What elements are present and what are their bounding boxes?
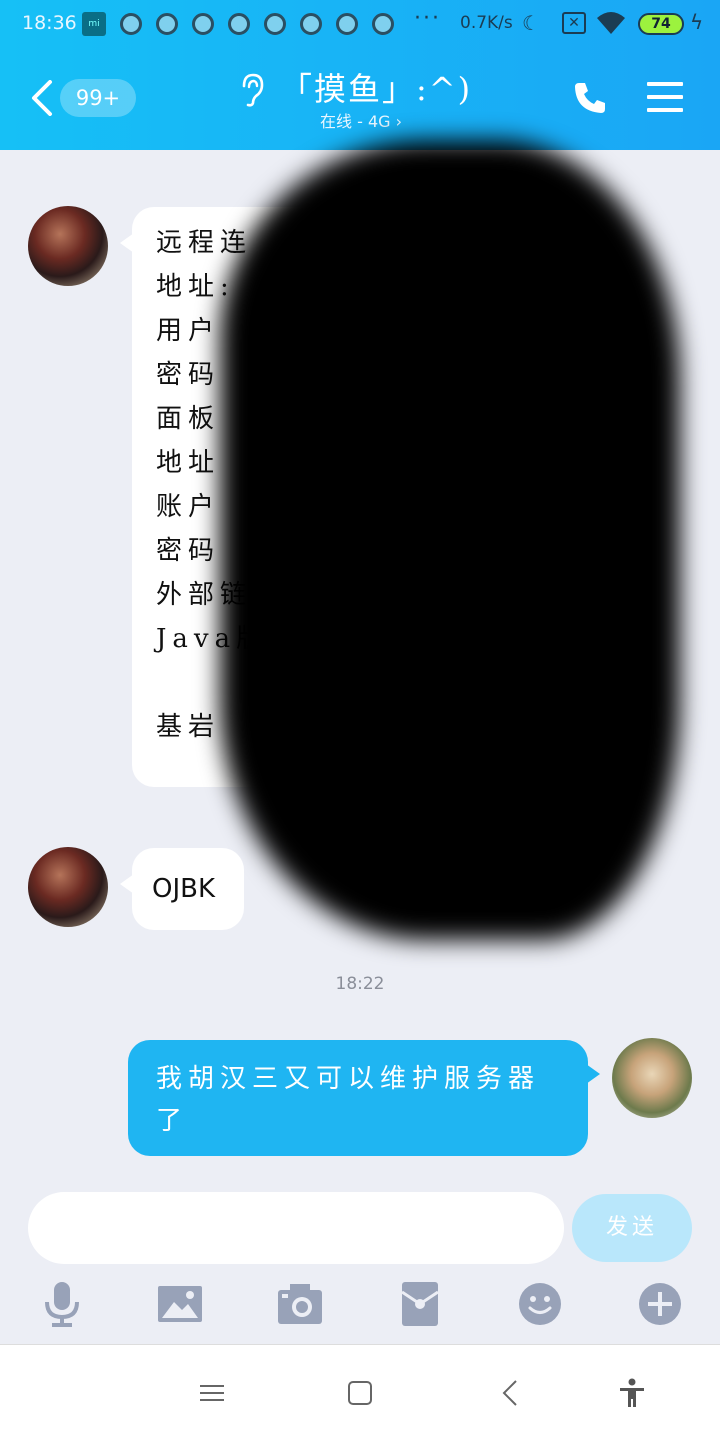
redaction-blob: [220, 140, 680, 940]
message-timestamp: 18:22: [335, 974, 385, 994]
camera-icon[interactable]: [276, 1280, 324, 1328]
red-packet-icon[interactable]: [396, 1280, 444, 1328]
notification-icon: [228, 13, 250, 35]
status-time: 18:36: [22, 12, 77, 34]
more-notifications-icon: ···: [414, 6, 441, 31]
image-icon[interactable]: [156, 1280, 204, 1328]
home-icon[interactable]: [344, 1377, 376, 1409]
send-button[interactable]: 发送: [572, 1194, 692, 1262]
header: 18:36 mi ··· 0.7K/s ☾ ✕ 74 ϟ 99+ 「摸鱼」:^)…: [0, 0, 720, 150]
battery-indicator: 74: [638, 13, 684, 35]
microphone-icon[interactable]: [38, 1280, 86, 1328]
sent-message-bubble[interactable]: 我胡汉三又可以维护服务器了: [128, 1040, 600, 1156]
no-sim-icon: ✕: [562, 12, 586, 34]
online-status[interactable]: 在线 - 4G ›: [320, 108, 402, 132]
status-bar: 18:36 mi ··· 0.7K/s ☾ ✕ 74 ϟ: [0, 0, 720, 48]
notification-icon: [156, 13, 178, 35]
input-toolbar: [0, 1280, 720, 1330]
ear-icon[interactable]: [236, 72, 266, 108]
notification-icon: [372, 13, 394, 35]
my-avatar[interactable]: [612, 1038, 692, 1118]
back-arrow-icon[interactable]: [30, 80, 60, 116]
emoji-icon[interactable]: [516, 1280, 564, 1328]
wifi-icon: [597, 12, 625, 34]
notification-icon: [300, 13, 322, 35]
message-bubble[interactable]: OJBK: [120, 848, 244, 930]
notification-icon: [264, 13, 286, 35]
notification-icon: [192, 13, 214, 35]
mi-app-icon: mi: [82, 12, 106, 36]
message-text: 我胡汉三又可以维护服务器了: [156, 1064, 541, 1136]
back-icon[interactable]: [496, 1377, 528, 1409]
do-not-disturb-icon: ☾: [522, 11, 540, 35]
message-input[interactable]: [28, 1192, 564, 1264]
avatar[interactable]: [28, 206, 108, 286]
charging-icon: ϟ: [690, 10, 704, 34]
menu-icon[interactable]: [647, 82, 683, 116]
accessibility-icon[interactable]: [616, 1377, 648, 1409]
unread-badge[interactable]: 99+: [60, 79, 136, 117]
message-text: OJBK: [152, 874, 216, 904]
phone-icon[interactable]: [572, 80, 608, 116]
avatar[interactable]: [28, 847, 108, 927]
menu-icon[interactable]: [196, 1377, 228, 1409]
notification-icon: [120, 13, 142, 35]
network-speed: 0.7K/s: [460, 13, 513, 33]
chat-title[interactable]: 「摸鱼」:^): [280, 64, 472, 110]
plus-icon[interactable]: [636, 1280, 684, 1328]
system-navigation-bar: [0, 1344, 720, 1440]
notification-icon: [336, 13, 358, 35]
